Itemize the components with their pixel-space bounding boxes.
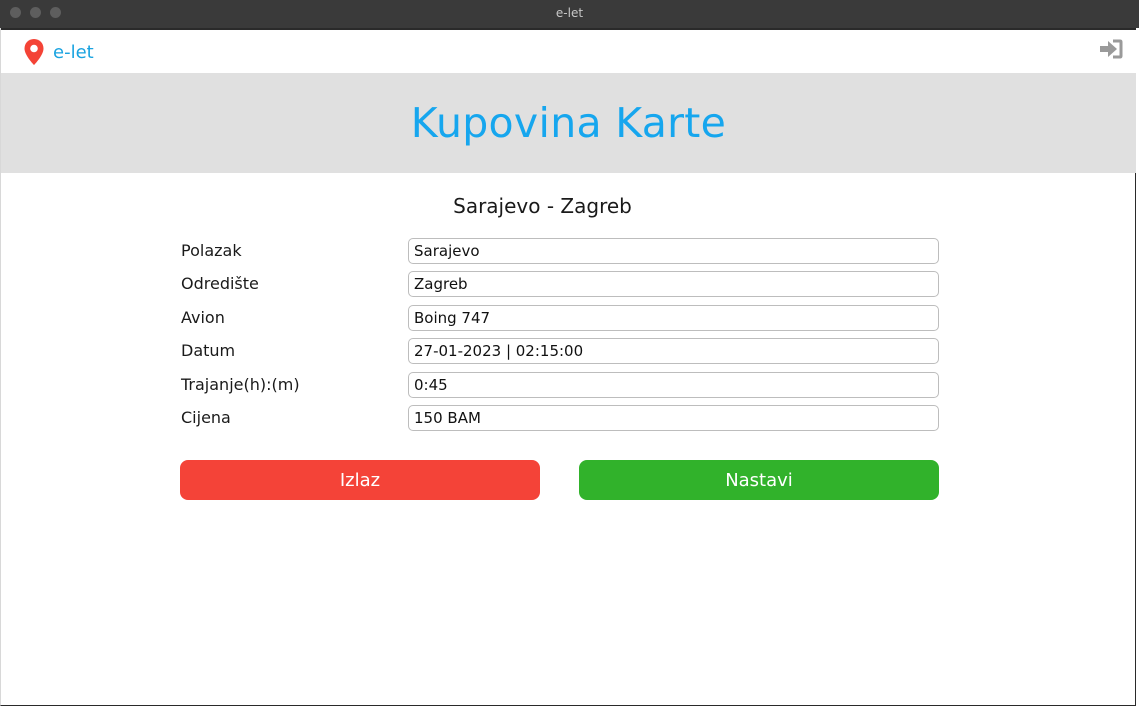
form-row-cijena: Cijena <box>181 405 941 431</box>
datum-input[interactable] <box>408 338 939 364</box>
brand-link[interactable]: e-let <box>23 37 94 67</box>
cijena-label: Cijena <box>181 408 231 427</box>
form-row-avion: Avion <box>181 305 941 331</box>
page-header: Kupovina Karte <box>1 73 1136 173</box>
trajanje-input[interactable] <box>408 372 939 398</box>
odrediste-input[interactable] <box>408 271 939 297</box>
brand-name: e-let <box>53 41 94 63</box>
navbar: e-let <box>1 28 1136 73</box>
form-row-odrediste: Odredište <box>181 271 941 297</box>
datum-label: Datum <box>181 341 236 360</box>
cijena-input[interactable] <box>408 405 939 431</box>
polazak-label: Polazak <box>181 241 242 260</box>
continue-button[interactable]: Nastavi <box>579 460 939 500</box>
window-title: e-let <box>555 6 584 20</box>
form-row-trajanje: Trajanje(h):(m) <box>181 372 941 398</box>
avion-input[interactable] <box>408 305 939 331</box>
trajanje-label: Trajanje(h):(m) <box>181 375 300 394</box>
page-title: Kupovina Karte <box>410 99 727 147</box>
avion-label: Avion <box>181 308 225 327</box>
map-pin-icon <box>24 39 44 65</box>
sign-in-icon[interactable] <box>1098 38 1124 60</box>
form-row-polazak: Polazak <box>181 238 941 264</box>
route-heading: Sarajevo - Zagreb <box>453 194 632 218</box>
app-window: e-let Kupovina Karte Sarajevo - Zagreb P… <box>0 28 1136 706</box>
odrediste-label: Odredište <box>181 274 259 293</box>
polazak-input[interactable] <box>408 238 939 264</box>
exit-button[interactable]: Izlaz <box>180 460 540 500</box>
window-titlebar: e-let <box>0 0 1139 28</box>
form-row-datum: Datum <box>181 338 941 364</box>
